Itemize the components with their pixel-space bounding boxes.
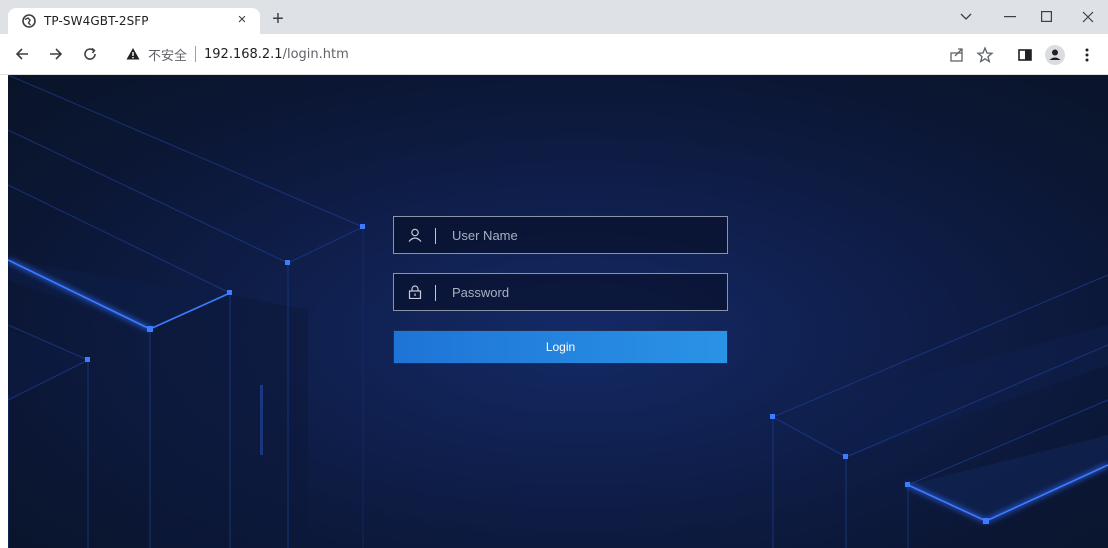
username-input[interactable] [452, 217, 712, 253]
forward-button[interactable] [44, 42, 68, 66]
reload-button[interactable] [78, 42, 102, 66]
lock-icon [408, 285, 422, 299]
new-tab-button[interactable]: + [266, 8, 290, 32]
close-icon [1082, 11, 1094, 23]
username-field-divider [435, 228, 436, 244]
tab-close-icon[interactable]: × [234, 12, 250, 28]
globe-icon [22, 14, 36, 28]
security-label[interactable]: 不安全 [148, 45, 187, 64]
login-button[interactable]: Login [393, 330, 728, 364]
minimize-icon [1004, 16, 1016, 18]
background-graphic [8, 75, 1108, 548]
browser-toolbar: 不安全 192.168.2.1/login.htm [0, 34, 1108, 75]
close-window-button[interactable] [1068, 0, 1108, 34]
user-icon [408, 228, 422, 242]
maximize-button[interactable] [1026, 0, 1066, 34]
share-icon[interactable] [948, 46, 966, 64]
url-path: /login.htm [282, 46, 349, 62]
arrow-left-icon [15, 48, 28, 60]
login-page: Login [8, 75, 1108, 548]
password-field[interactable] [393, 273, 728, 311]
arrow-right-icon [50, 48, 63, 60]
warning-icon [126, 48, 140, 60]
tab-title: TP-SW4GBT-2SFP [44, 14, 149, 28]
menu-icon[interactable] [1082, 46, 1092, 64]
password-field-divider [435, 285, 436, 301]
minimize-button[interactable] [990, 0, 1030, 34]
back-button[interactable] [10, 42, 34, 66]
address-bar[interactable]: 不安全 192.168.2.1/login.htm [114, 40, 974, 68]
tab-search-button[interactable] [946, 0, 986, 34]
profile-icon[interactable] [1044, 44, 1066, 66]
password-input[interactable] [452, 274, 712, 310]
chevron-down-icon [960, 13, 972, 20]
username-field[interactable] [393, 216, 728, 254]
url-host: 192.168.2.1 [204, 46, 283, 62]
star-icon[interactable] [976, 46, 994, 64]
maximize-icon [1040, 11, 1052, 23]
browser-tab[interactable]: TP-SW4GBT-2SFP × [8, 8, 260, 34]
side-panel-icon[interactable] [1016, 46, 1034, 64]
reload-icon [84, 47, 96, 60]
browser-tab-bar: TP-SW4GBT-2SFP × + [0, 0, 1108, 34]
url-text[interactable]: 192.168.2.1/login.htm [204, 47, 349, 62]
address-separator [195, 46, 197, 62]
